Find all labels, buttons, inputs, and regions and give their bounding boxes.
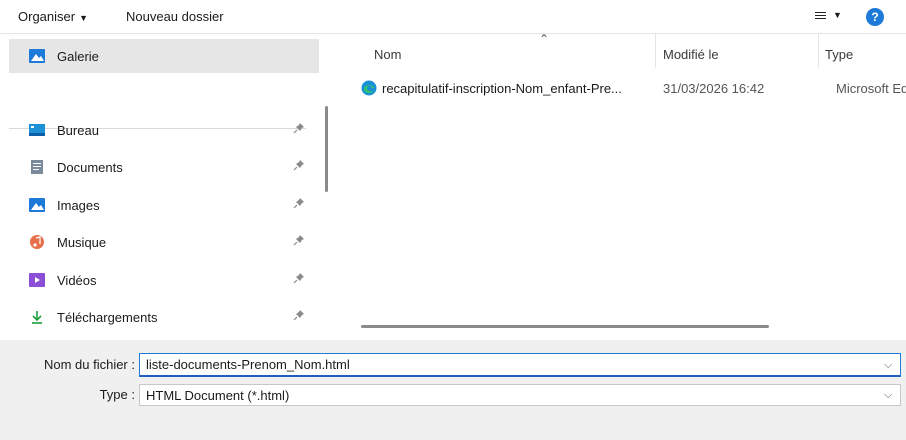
sidebar-item-bureau[interactable]: Bureau — [9, 113, 319, 147]
navigation-pane: Galerie Bureau Documents Images Musique … — [0, 34, 340, 340]
column-header-modified[interactable]: Modifié le — [663, 47, 719, 62]
filename-input[interactable] — [139, 353, 901, 377]
file-list: ⌃ Nom Modifié le Type recapitulatif-insc… — [340, 32, 906, 340]
organise-menu-button[interactable]: Organiser ▼ — [18, 9, 88, 24]
edge-icon — [361, 80, 377, 96]
column-header-type[interactable]: Type — [825, 47, 853, 62]
pin-icon[interactable] — [293, 197, 305, 209]
chevron-down-icon[interactable]: ⌵ — [884, 389, 892, 402]
help-icon[interactable]: ? — [866, 8, 884, 26]
view-options-button[interactable]: ▼ — [813, 7, 845, 27]
sidebar-item-label: Galerie — [57, 49, 99, 64]
column-header-name[interactable]: Nom — [374, 47, 401, 62]
sidebar-item-label: Téléchargements — [57, 310, 158, 325]
sidebar-item-telechargements[interactable]: Téléchargements — [9, 300, 319, 334]
pin-icon[interactable] — [293, 122, 305, 134]
organise-label: Organiser — [18, 9, 76, 24]
file-type-value: HTML Document (*.html) — [146, 388, 290, 403]
caret-down-icon: ▼ — [833, 10, 842, 20]
column-separator[interactable] — [818, 34, 819, 68]
file-modified: 31/03/2026 16:42 — [663, 81, 765, 96]
sidebar-item-musique[interactable]: Musique — [9, 225, 319, 259]
type-label: Type : — [99, 387, 135, 402]
filename-label: Nom du fichier : — [43, 357, 135, 372]
sort-ascending-icon[interactable]: ⌃ — [539, 32, 549, 46]
save-options-panel: Nom du fichier : ⌵ Type : HTML Document … — [0, 340, 906, 440]
caret-down-icon: ▼ — [79, 13, 88, 23]
documents-icon — [31, 160, 43, 174]
toolbar: Organiser ▼ Nouveau dossier ▼ ? — [0, 0, 906, 34]
images-icon — [29, 198, 45, 212]
file-type-select[interactable]: HTML Document (*.html) — [139, 384, 901, 406]
sidebar-item-label: Bureau — [57, 123, 99, 138]
file-type: Microsoft Ed — [836, 81, 906, 96]
sidebar-item-label: Images — [57, 198, 100, 213]
sidebar-item-label: Vidéos — [57, 273, 97, 288]
list-view-icon — [815, 12, 826, 21]
gallery-icon — [29, 49, 45, 63]
sidebar-scrollbar[interactable] — [325, 106, 328, 192]
horizontal-scrollbar[interactable] — [361, 325, 769, 328]
file-name: recapitulatif-inscription-Nom_enfant-Pre… — [382, 81, 622, 96]
sidebar-item-label: Musique — [57, 235, 107, 250]
sidebar-item-galerie[interactable]: Galerie — [9, 39, 319, 73]
desktop-icon — [29, 124, 45, 136]
sidebar-item-videos[interactable]: Vidéos — [9, 263, 319, 297]
sidebar-item-documents[interactable]: Documents — [9, 150, 319, 184]
file-row[interactable]: recapitulatif-inscription-Nom_enfant-Pre… — [358, 74, 906, 102]
sidebar-item-label: Documents — [57, 160, 123, 175]
pin-icon[interactable] — [293, 159, 305, 171]
pin-icon[interactable] — [293, 309, 305, 321]
videos-icon — [29, 273, 45, 287]
pin-icon[interactable] — [293, 272, 305, 284]
new-folder-button[interactable]: Nouveau dossier — [126, 9, 224, 24]
downloads-icon — [32, 311, 42, 324]
sidebar-item-images[interactable]: Images — [9, 188, 319, 222]
chevron-down-icon[interactable]: ⌵ — [884, 359, 892, 372]
pin-icon[interactable] — [293, 234, 305, 246]
column-separator[interactable] — [655, 34, 656, 68]
music-icon — [30, 235, 44, 249]
